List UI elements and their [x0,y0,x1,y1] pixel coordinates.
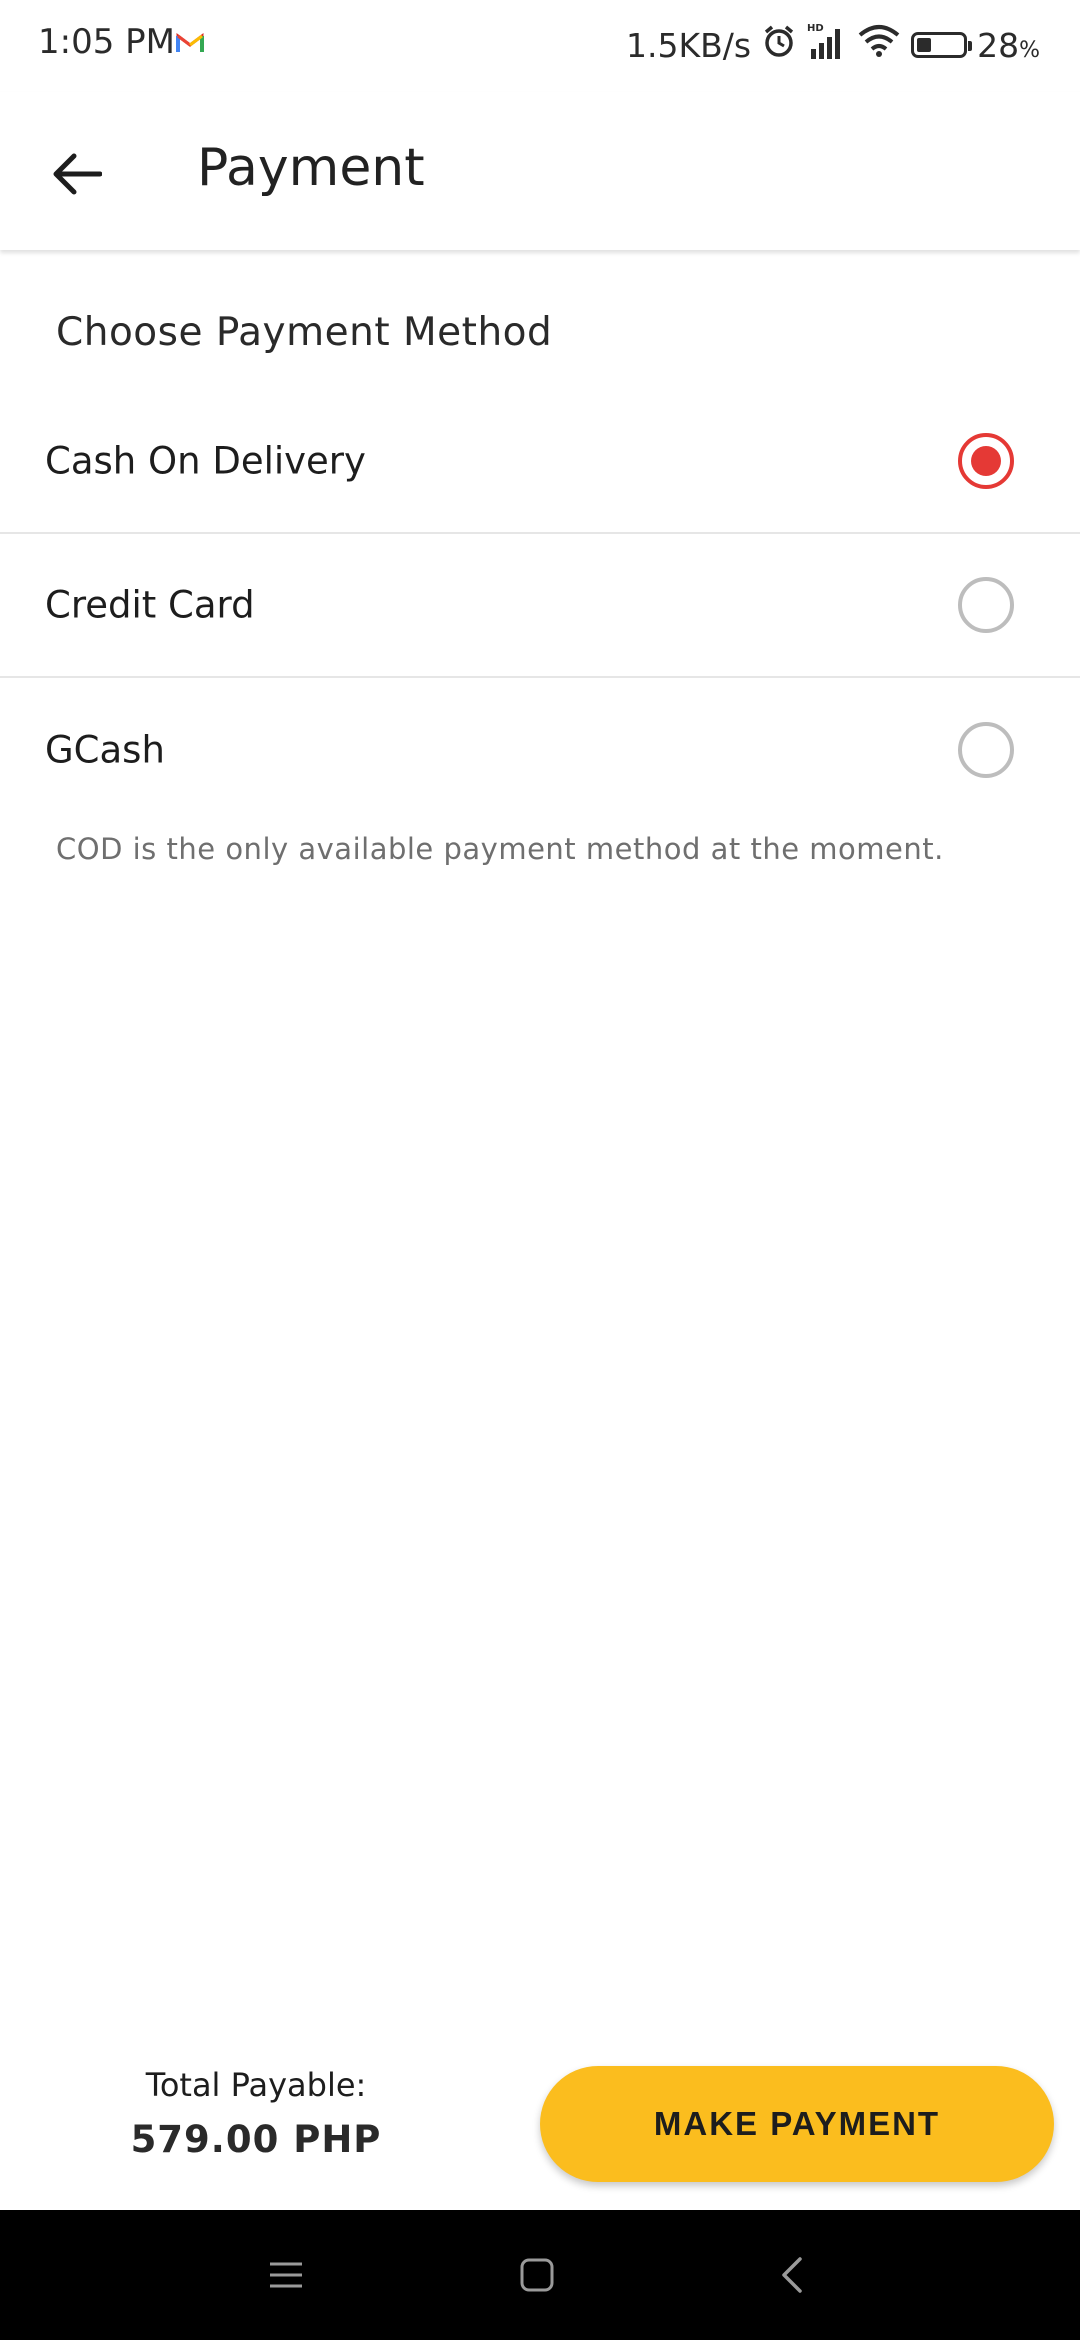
total-payable: Total Payable: 579.00 PHP [100,2066,412,2161]
gmail-icon [176,32,204,54]
radio-unselected-icon[interactable] [958,577,1014,633]
option-label: GCash [45,728,165,772]
battery-icon [911,32,973,58]
svg-text:HD: HD [807,23,824,34]
payment-option-cod[interactable]: Cash On Delivery [0,390,1080,534]
page-title: Payment [197,138,425,198]
make-payment-button[interactable]: MAKE PAYMENT [540,2066,1054,2182]
back-icon[interactable] [762,2250,822,2300]
alarm-icon [761,23,797,67]
payment-option-gcash[interactable]: GCash [0,678,1080,822]
arrow-left-icon [50,152,103,200]
network-speed: 1.5KB/s [626,25,752,65]
radio-selected-icon[interactable] [958,433,1014,489]
section-heading: Choose Payment Method [56,310,553,355]
system-nav-bar [0,2210,1080,2340]
payment-option-credit-card[interactable]: Credit Card [0,534,1080,678]
battery-percent: 28% [977,25,1040,65]
hd-signal-icon: HD [807,21,847,69]
total-value: 579.00 PHP [130,2118,382,2161]
app-bar: Payment [0,92,1080,250]
option-label: Credit Card [45,583,255,627]
status-bar: 1:05 PM 1.5KB/s HD 28% [0,0,1080,92]
radio-unselected-icon[interactable] [958,722,1014,778]
wifi-icon [857,23,901,67]
payment-note: COD is the only available payment method… [56,832,944,866]
home-icon[interactable] [507,2250,567,2300]
menu-icon[interactable] [256,2250,316,2300]
status-time: 1:05 PM [38,22,175,62]
back-button[interactable] [40,140,112,212]
option-label: Cash On Delivery [45,439,366,483]
total-label: Total Payable: [145,2066,367,2104]
